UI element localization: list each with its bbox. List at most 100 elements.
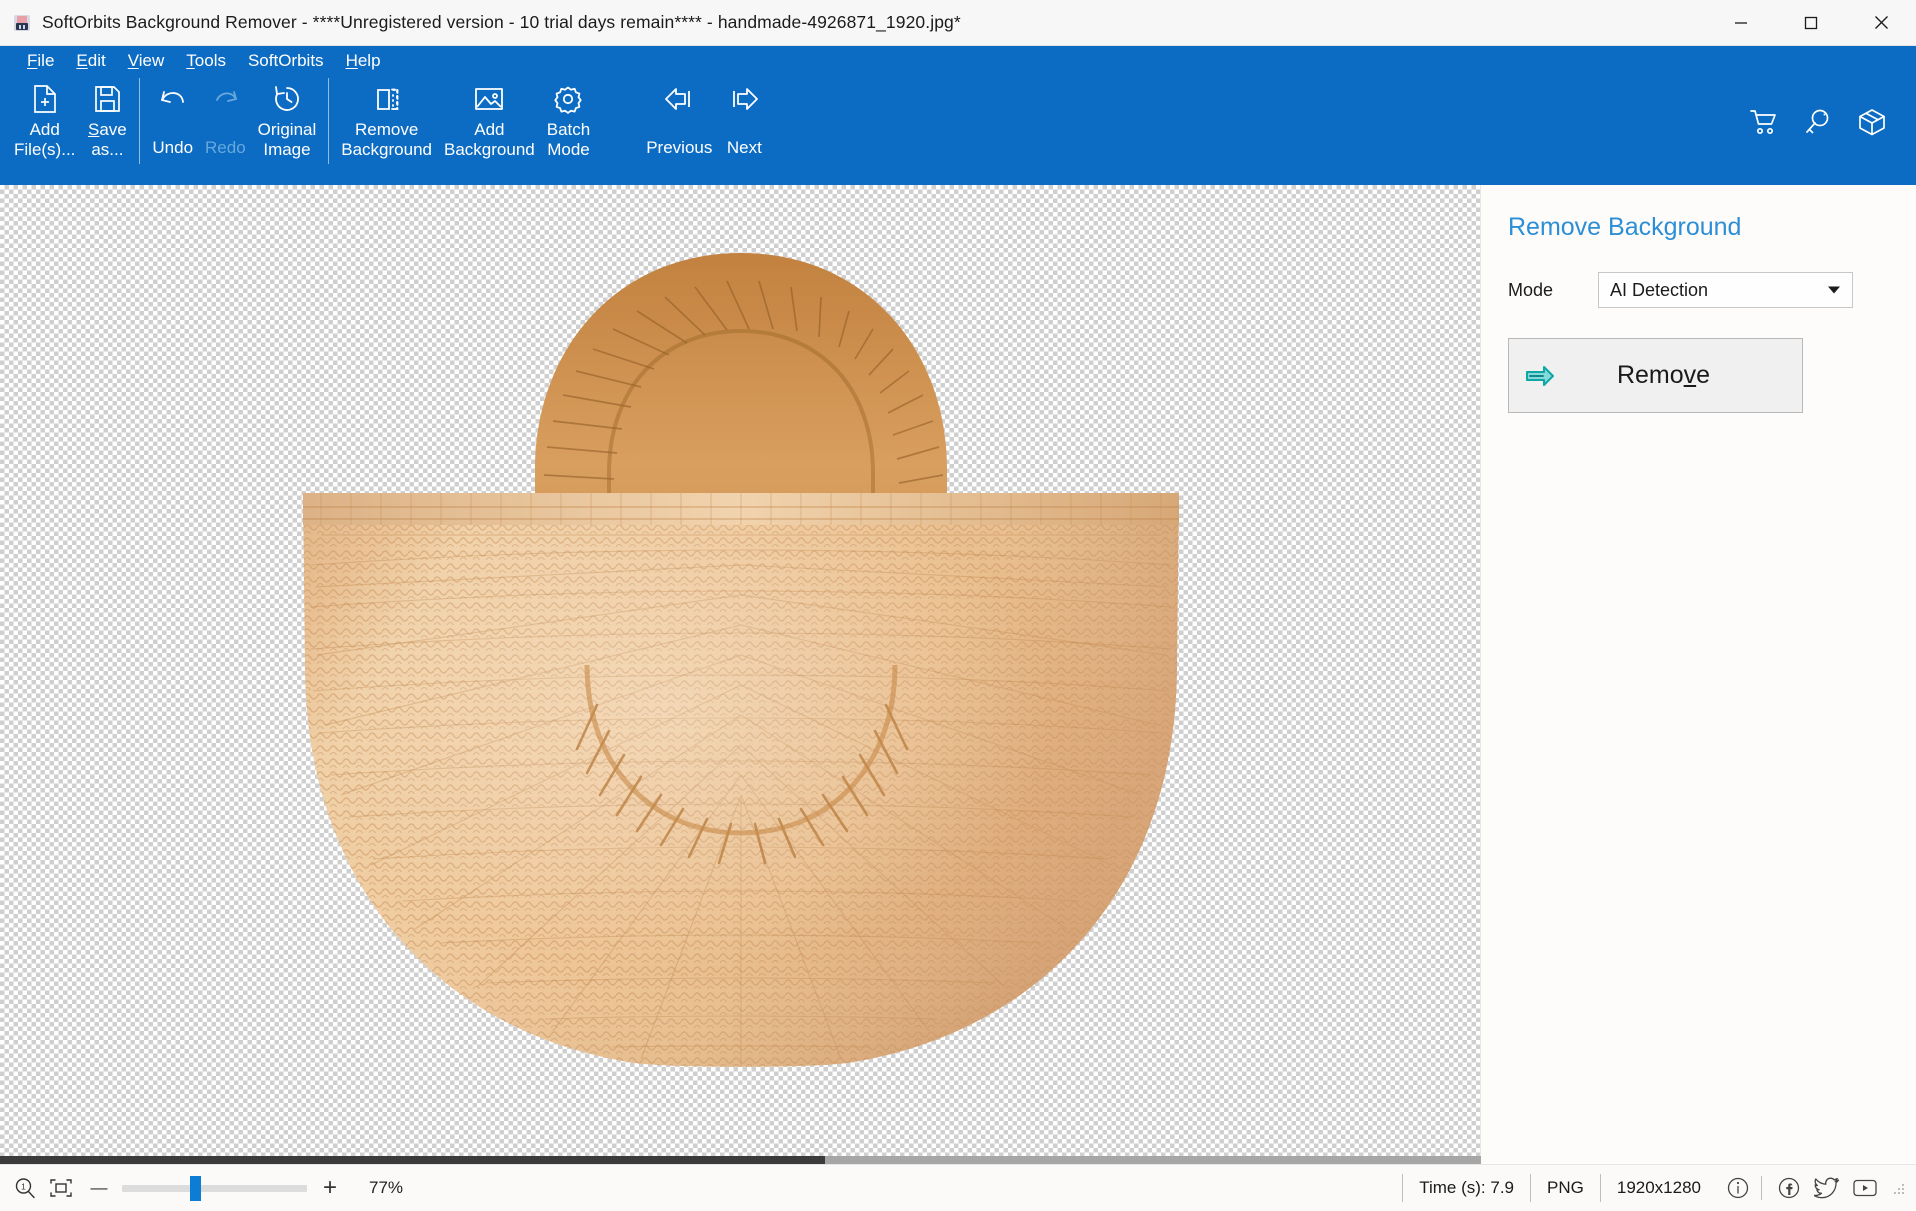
image-dimensions-label: 1920x1280 bbox=[1600, 1174, 1717, 1202]
right-panel: Remove Background Mode AI Detection Remo… bbox=[1481, 185, 1916, 1164]
minimize-button[interactable] bbox=[1706, 0, 1776, 46]
toolbar-label-add-files-line1: Add bbox=[30, 120, 60, 140]
arrow-right-icon bbox=[1525, 364, 1555, 388]
toolbar-label-original-line1: Original bbox=[258, 120, 317, 140]
toolbar-label-batch-line2: Mode bbox=[547, 140, 590, 160]
toolbar-button-remove-background[interactable]: Remove Background bbox=[335, 76, 438, 160]
toolbar-label-save-as-line1: Save bbox=[88, 120, 127, 140]
canvas-horizontal-scrollbar[interactable] bbox=[0, 1156, 1481, 1164]
zoom-slider[interactable] bbox=[122, 1173, 307, 1203]
toolbar-button-batch-mode[interactable]: Batch Mode bbox=[541, 76, 596, 160]
menu-tools-rest: ools bbox=[195, 51, 226, 70]
mode-select[interactable]: AI Detection bbox=[1598, 272, 1853, 308]
window-controls bbox=[1706, 0, 1916, 46]
cart-icon[interactable] bbox=[1748, 106, 1780, 138]
bag-rim bbox=[303, 493, 1179, 525]
toolbar-separator-2 bbox=[328, 78, 329, 164]
status-bar-right: Time (s): 7.9 PNG 1920x1280 bbox=[1402, 1173, 1908, 1203]
save-accel: S bbox=[88, 120, 99, 139]
menu-help-accel: H bbox=[346, 51, 358, 70]
toolbar-button-undo[interactable]: Undo bbox=[146, 76, 199, 158]
chevron-down-icon[interactable] bbox=[1828, 287, 1840, 294]
remove-button-label: Remove bbox=[1555, 361, 1802, 390]
toolbar-label-removebg-line2: Background bbox=[341, 140, 432, 160]
facebook-icon[interactable] bbox=[1772, 1173, 1806, 1203]
toolbar-button-add-files[interactable]: Add File(s)... bbox=[8, 76, 81, 160]
menu-item-softorbits[interactable]: SoftOrbits bbox=[237, 49, 335, 73]
menu-help-rest: elp bbox=[358, 51, 381, 70]
menu-edit-rest: dit bbox=[88, 51, 106, 70]
resize-grip-icon[interactable] bbox=[1892, 1181, 1906, 1195]
redo-icon bbox=[208, 82, 242, 116]
mode-row: Mode AI Detection bbox=[1481, 272, 1916, 308]
canvas-scrollbar-thumb[interactable] bbox=[0, 1156, 825, 1164]
save-as-icon bbox=[90, 82, 124, 116]
original-image-icon bbox=[270, 82, 304, 116]
toolbar-label-removebg-line1: Remove bbox=[355, 120, 418, 140]
previous-icon bbox=[662, 82, 696, 116]
toolbar-button-redo[interactable]: Redo bbox=[199, 76, 252, 158]
menu-item-help[interactable]: Help bbox=[335, 49, 392, 73]
svg-text:1: 1 bbox=[21, 1182, 26, 1192]
woven-straw-handbag-image bbox=[291, 235, 1191, 1115]
twitter-icon[interactable] bbox=[1810, 1173, 1844, 1203]
status-divider bbox=[1761, 1176, 1762, 1200]
remove-background-icon bbox=[370, 82, 404, 116]
toolbar-label-next: Next bbox=[727, 138, 762, 158]
menu-file-rest: ile bbox=[37, 51, 54, 70]
toolbar-label-original-line2: Image bbox=[263, 140, 310, 160]
maximize-button[interactable] bbox=[1776, 0, 1846, 46]
toolbar-label-add-files-line2: File(s)... bbox=[14, 140, 75, 160]
status-bar: 1 — + 77% Time (s): 7.9 PNG 1920x1280 bbox=[0, 1164, 1916, 1211]
key-icon[interactable] bbox=[1802, 106, 1834, 138]
ribbon: File Edit View Tools SoftOrbits Help Add… bbox=[0, 46, 1916, 185]
add-background-icon bbox=[472, 82, 506, 116]
toolbar-button-add-background[interactable]: Add Background bbox=[438, 76, 541, 160]
mode-select-value: AI Detection bbox=[1610, 280, 1708, 301]
toolbar-label-save-as-line2: as... bbox=[91, 140, 123, 160]
zoom-slider-track bbox=[122, 1185, 307, 1192]
remove-accel: v bbox=[1684, 361, 1697, 389]
window-title: SoftOrbits Background Remover - ****Unre… bbox=[42, 12, 961, 33]
menu-tools-accel: T bbox=[186, 51, 195, 70]
youtube-icon[interactable] bbox=[1848, 1173, 1882, 1203]
toolbar-label-previous: Previous bbox=[646, 138, 712, 158]
menu-view-rest: iew bbox=[139, 51, 165, 70]
toolbar-label-redo: Redo bbox=[205, 138, 246, 158]
image-canvas[interactable] bbox=[0, 185, 1481, 1164]
toolbar-button-next[interactable]: Next bbox=[718, 76, 770, 158]
toolbar-button-save-as[interactable]: Save as... bbox=[81, 76, 133, 160]
undo-icon bbox=[156, 82, 190, 116]
canvas-image-stage bbox=[0, 185, 1481, 1164]
next-icon bbox=[727, 82, 761, 116]
add-file-icon bbox=[28, 82, 62, 116]
menu-item-tools[interactable]: Tools bbox=[175, 49, 237, 73]
menu-item-file[interactable]: File bbox=[16, 49, 65, 73]
title-bar: SoftOrbits Background Remover - ****Unre… bbox=[0, 0, 1916, 46]
batch-mode-icon bbox=[551, 82, 585, 116]
toolbar: Add File(s)... Save as... bbox=[0, 76, 1916, 185]
panel-title: Remove Background bbox=[1481, 213, 1916, 242]
close-button[interactable] bbox=[1846, 0, 1916, 46]
mode-label: Mode bbox=[1508, 280, 1598, 301]
toolbar-button-previous[interactable]: Previous bbox=[640, 76, 718, 158]
zoom-slider-thumb[interactable] bbox=[190, 1176, 201, 1201]
image-format-label: PNG bbox=[1530, 1174, 1600, 1202]
zoom-in-button[interactable]: + bbox=[313, 1173, 347, 1203]
box-icon[interactable] bbox=[1856, 106, 1888, 138]
zoom-1-to-1-icon[interactable]: 1 bbox=[10, 1173, 40, 1203]
toolbar-button-original-image[interactable]: Original Image bbox=[252, 76, 323, 160]
zoom-percent-label: 77% bbox=[369, 1178, 421, 1198]
menu-item-view[interactable]: View bbox=[117, 49, 176, 73]
app-window: SoftOrbits Background Remover - ****Unre… bbox=[0, 0, 1916, 1211]
toolbar-label-batch-line1: Batch bbox=[547, 120, 590, 140]
zoom-out-button[interactable]: — bbox=[82, 1173, 116, 1203]
toolbar-right-icons bbox=[1748, 76, 1916, 138]
remove-button[interactable]: Remove bbox=[1508, 338, 1803, 413]
main-area: Remove Background Mode AI Detection Remo… bbox=[0, 185, 1916, 1164]
menu-view-accel: V bbox=[128, 51, 139, 70]
menu-item-edit[interactable]: Edit bbox=[65, 49, 116, 73]
toolbar-separator-1 bbox=[139, 78, 140, 164]
fit-to-window-icon[interactable] bbox=[46, 1173, 76, 1203]
info-icon[interactable] bbox=[1721, 1173, 1755, 1203]
